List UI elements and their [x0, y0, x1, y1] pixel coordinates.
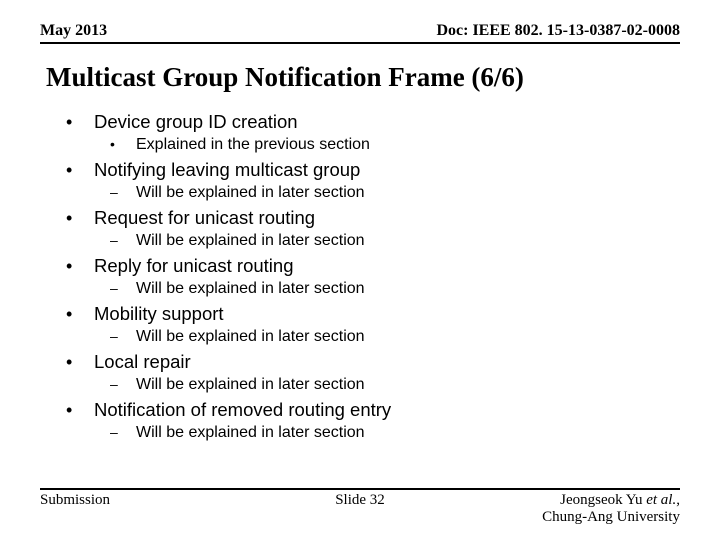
bullet-marker: • [66, 208, 94, 229]
bullet-marker: • [66, 400, 94, 421]
sub-bullet-row: –Will be explained in later section [110, 232, 680, 250]
sub-bullet-text: Will be explained in later section [136, 328, 365, 346]
bullet-marker: • [66, 304, 94, 325]
slide-content: •Device group ID creation•Explained in t… [66, 111, 680, 442]
bullet-text: Notification of removed routing entry [94, 399, 391, 421]
header-date: May 2013 [40, 22, 107, 40]
sub-bullet-list: –Will be explained in later section [110, 280, 680, 298]
sub-bullet-item: –Will be explained in later section [110, 232, 680, 250]
footer-author: Jeongseok Yu et al., Chung-Ang Universit… [467, 492, 680, 527]
footer-left: Submission [40, 492, 253, 509]
sub-bullet-text: Will be explained in later section [136, 280, 365, 298]
sub-bullet-text: Will be explained in later section [136, 184, 365, 202]
footer-author-name: Jeongseok Yu [560, 492, 642, 508]
slide-title: Multicast Group Notification Frame (6/6) [46, 62, 680, 93]
sub-bullet-list: –Will be explained in later section [110, 376, 680, 394]
sub-bullet-list: –Will be explained in later section [110, 184, 680, 202]
sub-bullet-row: –Will be explained in later section [110, 424, 680, 442]
sub-bullet-item: –Will be explained in later section [110, 328, 680, 346]
bullet-item: •Device group ID creation•Explained in t… [66, 111, 680, 154]
header-docid: Doc: IEEE 802. 15-13-0387-02-0008 [436, 22, 680, 40]
footer-author-suffix: , [676, 492, 680, 508]
sub-bullet-item: –Will be explained in later section [110, 184, 680, 202]
sub-bullet-item: –Will be explained in later section [110, 424, 680, 442]
bullet-item: •Request for unicast routing –Will be exp… [66, 207, 680, 250]
sub-bullet-item: •Explained in the previous section [110, 136, 680, 154]
bullet-text: Local repair [94, 351, 191, 373]
bullet-text: Device group ID creation [94, 111, 298, 133]
sub-bullet-item: –Will be explained in later section [110, 376, 680, 394]
sub-bullet-row: –Will be explained in later section [110, 184, 680, 202]
bullet-text: Request for unicast routing [94, 207, 315, 229]
bullet-item: •Notifying leaving multicast group –Will … [66, 159, 680, 202]
footer-slideno: Slide 32 [253, 492, 466, 509]
sub-bullet-text: Will be explained in later section [136, 424, 365, 442]
bullet-marker: • [66, 160, 94, 181]
sub-bullet-list: –Will be explained in later section [110, 424, 680, 442]
bullet-item: •Notification of removed routing entry –W… [66, 399, 680, 442]
sub-bullet-marker: – [110, 328, 136, 344]
footer-affil: Chung-Ang University [542, 509, 680, 525]
sub-bullet-list: •Explained in the previous section [110, 136, 680, 154]
bullet-row: •Local repair [66, 351, 680, 373]
sub-bullet-row: –Will be explained in later section [110, 280, 680, 298]
sub-bullet-marker: – [110, 376, 136, 392]
bullet-marker: • [66, 256, 94, 277]
bullet-row: •Device group ID creation [66, 111, 680, 133]
sub-bullet-marker: – [110, 232, 136, 248]
bullet-list: •Device group ID creation•Explained in t… [66, 111, 680, 442]
sub-bullet-row: –Will be explained in later section [110, 328, 680, 346]
bullet-text: Notifying leaving multicast group [94, 159, 360, 181]
bullet-text: Mobility support [94, 303, 224, 325]
bullet-item: •Reply for unicast routing –Will be expla… [66, 255, 680, 298]
slide-footer: Submission Slide 32 Jeongseok Yu et al.,… [40, 488, 680, 527]
sub-bullet-item: –Will be explained in later section [110, 280, 680, 298]
bullet-marker: • [66, 112, 94, 133]
sub-bullet-list: –Will be explained in later section [110, 232, 680, 250]
bullet-marker: • [66, 352, 94, 373]
bullet-item: •Mobility support –Will be explained in l… [66, 303, 680, 346]
sub-bullet-marker: • [110, 136, 136, 152]
bullet-row: •Notifying leaving multicast group [66, 159, 680, 181]
sub-bullet-text: Explained in the previous section [136, 136, 370, 154]
sub-bullet-marker: – [110, 424, 136, 440]
bullet-row: •Notification of removed routing entry [66, 399, 680, 421]
footer-author-etal: et al. [642, 492, 676, 508]
sub-bullet-marker: – [110, 184, 136, 200]
bullet-text: Reply for unicast routing [94, 255, 294, 277]
sub-bullet-marker: – [110, 280, 136, 296]
slide-header: May 2013 Doc: IEEE 802. 15-13-0387-02-00… [40, 22, 680, 44]
bullet-row: •Mobility support [66, 303, 680, 325]
sub-bullet-text: Will be explained in later section [136, 232, 365, 250]
slide: May 2013 Doc: IEEE 802. 15-13-0387-02-00… [0, 0, 720, 540]
bullet-row: •Reply for unicast routing [66, 255, 680, 277]
bullet-row: •Request for unicast routing [66, 207, 680, 229]
bullet-item: •Local repair –Will be explained in later… [66, 351, 680, 394]
sub-bullet-text: Will be explained in later section [136, 376, 365, 394]
sub-bullet-row: –Will be explained in later section [110, 376, 680, 394]
sub-bullet-row: •Explained in the previous section [110, 136, 680, 154]
sub-bullet-list: –Will be explained in later section [110, 328, 680, 346]
